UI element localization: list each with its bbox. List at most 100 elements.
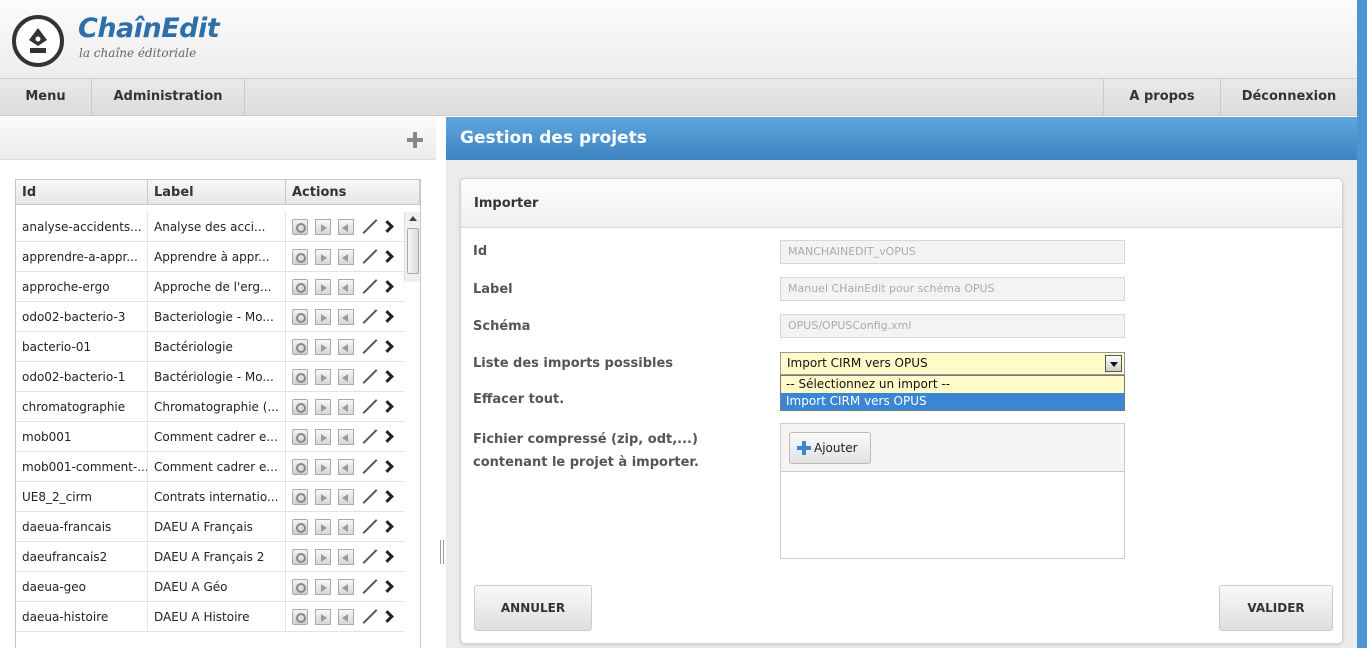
more-icon[interactable] <box>382 609 392 625</box>
edit-icon[interactable] <box>362 459 378 475</box>
more-icon[interactable] <box>382 549 392 565</box>
column-header-label[interactable]: Label <box>148 180 286 205</box>
export-icon[interactable] <box>315 609 331 625</box>
edit-icon[interactable] <box>362 219 378 235</box>
import-icon[interactable] <box>338 519 354 535</box>
edit-icon[interactable] <box>362 429 378 445</box>
edit-icon[interactable] <box>362 399 378 415</box>
import-icon[interactable] <box>338 279 354 295</box>
scroll-thumb[interactable] <box>407 228 419 274</box>
export-icon[interactable] <box>315 519 331 535</box>
import-icon[interactable] <box>338 429 354 445</box>
more-icon[interactable] <box>382 339 392 355</box>
more-icon[interactable] <box>382 489 392 505</box>
table-row[interactable]: odo02-bacterio-3 Bacteriologie - Mo... <box>16 302 404 332</box>
table-row[interactable]: UE8_2_cirm Contrats internatio... <box>16 482 404 512</box>
clear-all-label[interactable]: Effacer tout. <box>473 392 564 407</box>
table-row[interactable]: mob001 Comment cadrer e... <box>16 422 404 452</box>
import-icon[interactable] <box>338 489 354 505</box>
table-row[interactable]: chromatographie Chromatographie (... <box>16 392 404 422</box>
menu-item-logout[interactable]: Déconnexion <box>1220 79 1357 115</box>
open-project-icon[interactable] <box>292 309 308 325</box>
open-project-icon[interactable] <box>292 369 308 385</box>
edit-icon[interactable] <box>362 339 378 355</box>
edit-icon[interactable] <box>362 549 378 565</box>
open-project-icon[interactable] <box>292 249 308 265</box>
export-icon[interactable] <box>315 549 331 565</box>
table-row[interactable]: approche-ergo Approche de l'erg... <box>16 272 404 302</box>
add-file-button[interactable]: Ajouter <box>789 432 871 464</box>
table-row[interactable]: daeufrancais2 DAEU A Français 2 <box>16 542 404 572</box>
export-icon[interactable] <box>315 399 331 415</box>
more-icon[interactable] <box>382 459 392 475</box>
open-project-icon[interactable] <box>292 279 308 295</box>
menu-item-menu[interactable]: Menu <box>0 79 92 115</box>
export-icon[interactable] <box>315 459 331 475</box>
export-icon[interactable] <box>315 489 331 505</box>
import-icon[interactable] <box>338 579 354 595</box>
grid-scrollbar[interactable] <box>404 212 420 282</box>
export-icon[interactable] <box>315 369 331 385</box>
export-icon[interactable] <box>315 429 331 445</box>
export-icon[interactable] <box>315 339 331 355</box>
more-icon[interactable] <box>382 249 392 265</box>
export-icon[interactable] <box>315 309 331 325</box>
open-project-icon[interactable] <box>292 429 308 445</box>
open-project-icon[interactable] <box>292 339 308 355</box>
import-icon[interactable] <box>338 369 354 385</box>
edit-icon[interactable] <box>362 489 378 505</box>
table-row[interactable]: daeua-geo DAEU A Géo <box>16 572 404 602</box>
import-icon[interactable] <box>338 459 354 475</box>
edit-icon[interactable] <box>362 609 378 625</box>
export-icon[interactable] <box>315 219 331 235</box>
import-icon[interactable] <box>338 309 354 325</box>
import-icon[interactable] <box>338 339 354 355</box>
more-icon[interactable] <box>382 309 392 325</box>
imports-select[interactable]: Import CIRM vers OPUS <box>780 352 1125 375</box>
menu-item-administration[interactable]: Administration <box>92 79 245 115</box>
import-icon[interactable] <box>338 219 354 235</box>
more-icon[interactable] <box>382 429 392 445</box>
open-project-icon[interactable] <box>292 219 308 235</box>
import-icon[interactable] <box>338 609 354 625</box>
column-header-id[interactable]: Id <box>16 180 148 205</box>
more-icon[interactable] <box>382 369 392 385</box>
panel-splitter-handle[interactable] <box>440 540 444 564</box>
table-row[interactable]: daeua-francais DAEU A Français <box>16 512 404 542</box>
edit-icon[interactable] <box>362 369 378 385</box>
edit-icon[interactable] <box>362 249 378 265</box>
dropdown-option-selected[interactable]: Import CIRM vers OPUS <box>781 393 1124 410</box>
table-row[interactable]: apprendre-a-appr... Apprendre à appr... <box>16 242 404 272</box>
edit-icon[interactable] <box>362 579 378 595</box>
more-icon[interactable] <box>382 519 392 535</box>
open-project-icon[interactable] <box>292 489 308 505</box>
more-icon[interactable] <box>382 579 392 595</box>
open-project-icon[interactable] <box>292 519 308 535</box>
import-icon[interactable] <box>338 399 354 415</box>
menu-item-about[interactable]: A propos <box>1103 79 1220 115</box>
open-project-icon[interactable] <box>292 399 308 415</box>
open-project-icon[interactable] <box>292 579 308 595</box>
table-row[interactable]: odo02-bacterio-1 Bactériologie - Mo... <box>16 362 404 392</box>
file-upload-area[interactable]: Ajouter <box>780 423 1125 559</box>
cancel-button[interactable]: ANNULER <box>474 585 592 631</box>
dropdown-option[interactable]: -- Sélectionnez un import -- <box>781 376 1124 393</box>
table-row[interactable]: daeua-histoire DAEU A Histoire <box>16 602 404 632</box>
table-row[interactable]: analyse-accidents... Analyse des acci... <box>16 212 404 242</box>
export-icon[interactable] <box>315 579 331 595</box>
table-row[interactable]: bacterio-01 Bactériologie <box>16 332 404 362</box>
table-row[interactable]: mob001-comment-... Comment cadrer e... <box>16 452 404 482</box>
open-project-icon[interactable] <box>292 609 308 625</box>
add-project-icon[interactable] <box>406 131 424 149</box>
scroll-up-icon[interactable] <box>409 216 417 221</box>
export-icon[interactable] <box>315 279 331 295</box>
edit-icon[interactable] <box>362 309 378 325</box>
import-icon[interactable] <box>338 549 354 565</box>
submit-button[interactable]: VALIDER <box>1219 585 1333 631</box>
more-icon[interactable] <box>382 399 392 415</box>
more-icon[interactable] <box>382 219 392 235</box>
edit-icon[interactable] <box>362 519 378 535</box>
import-icon[interactable] <box>338 249 354 265</box>
open-project-icon[interactable] <box>292 549 308 565</box>
open-project-icon[interactable] <box>292 459 308 475</box>
